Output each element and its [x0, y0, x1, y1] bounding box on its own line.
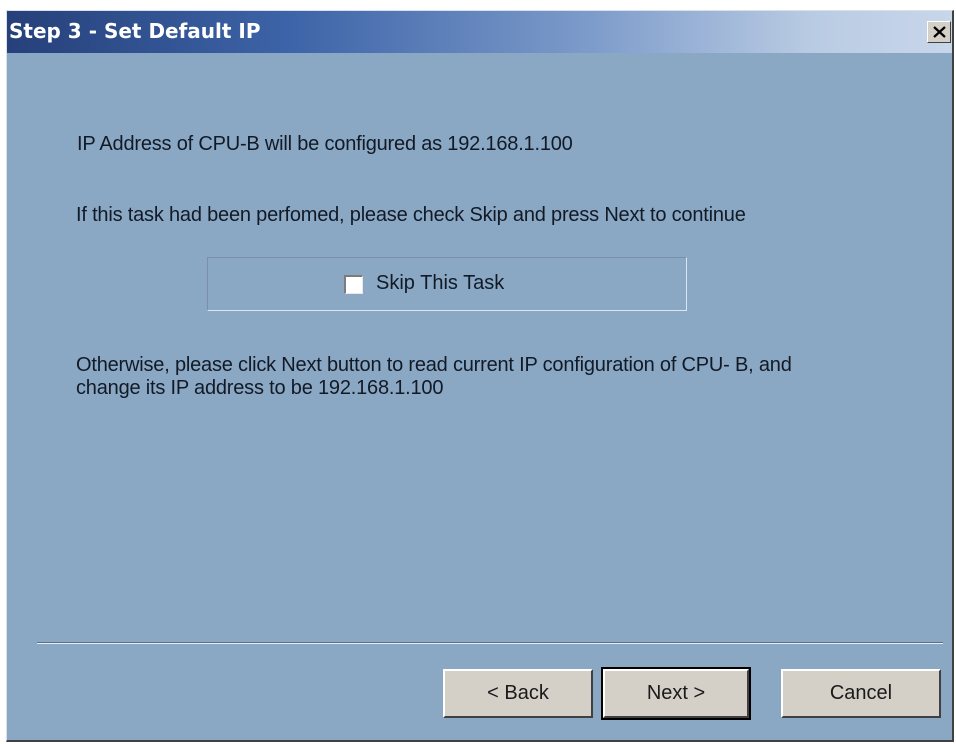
skip-task-label[interactable]: Skip This Task [376, 272, 504, 295]
window-title: Step 3 - Set Default IP [9, 19, 261, 43]
skip-instruction-text: If this task had been perfomed, please c… [76, 204, 746, 226]
footer-separator [37, 642, 943, 644]
title-bar[interactable]: Step 3 - Set Default IP [7, 11, 952, 53]
cancel-button[interactable]: Cancel [781, 669, 941, 718]
next-button[interactable]: Next > [601, 667, 751, 720]
close-button[interactable] [927, 21, 951, 43]
skip-task-checkbox[interactable] [344, 275, 363, 294]
skip-task-group: Skip This Task [207, 257, 687, 311]
wizard-dialog: Step 3 - Set Default IP IP Address of CP… [6, 10, 954, 742]
next-instruction-text: Otherwise, please click Next button to r… [76, 354, 792, 399]
back-button[interactable]: < Back [443, 669, 593, 718]
ip-config-info-text: IP Address of CPU-B will be configured a… [77, 133, 573, 155]
close-icon [933, 26, 946, 38]
